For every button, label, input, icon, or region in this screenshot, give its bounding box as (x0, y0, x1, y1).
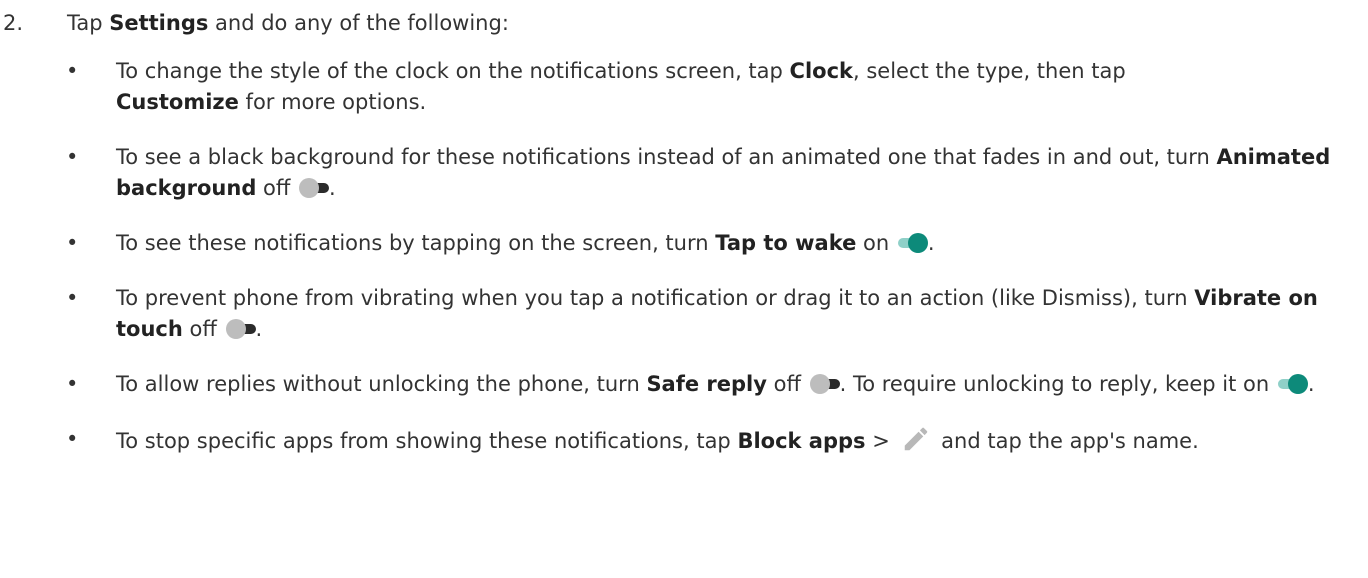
item-text: To prevent phone from vibrating when you… (116, 286, 1195, 310)
item-text: off (256, 176, 298, 200)
item-text: . (1307, 372, 1315, 396)
list-item: • To prevent phone from vibrating when y… (0, 283, 1368, 345)
item-text: , select the type, then tap (852, 59, 1126, 83)
list-item: • To allow replies without unlocking the… (0, 369, 1368, 400)
customize-term: Customize (116, 90, 239, 114)
toggle-off-icon (809, 374, 840, 394)
safe-reply-term: Safe reply (646, 372, 767, 396)
item-text: To allow replies without unlocking the p… (116, 372, 647, 396)
item-text: To change the style of the clock on the … (116, 59, 790, 83)
block-apps-term: Block apps (737, 429, 866, 453)
list-item: • To see a black background for these no… (0, 142, 1368, 204)
list-item: • To see these notifications by tapping … (0, 228, 1368, 259)
list-item: • To stop specific apps from showing the… (0, 424, 1368, 457)
step-text: Tap Settings and do any of the following… (67, 8, 509, 39)
item-text: for more options. (238, 90, 427, 114)
step-post: and do any of the following: (208, 11, 509, 35)
bullet: • (66, 145, 79, 169)
item-text: . (927, 231, 935, 255)
bullet: • (66, 372, 79, 396)
item-text: . (255, 317, 263, 341)
item-text: To stop specific apps from showing these… (116, 429, 738, 453)
step-pre: Tap (67, 11, 110, 35)
item-text: . (329, 176, 336, 200)
options-list: • To change the style of the clock on th… (0, 56, 1368, 481)
item-text: To see these notifications by tapping on… (116, 231, 716, 255)
bullet: • (66, 427, 79, 451)
toggle-off-icon (225, 319, 256, 339)
step-2: 2. Tap Settings and do any of the follow… (0, 0, 1368, 35)
bullet: • (66, 231, 79, 255)
item-text: off (766, 372, 808, 396)
bullet: • (66, 59, 79, 83)
item-text: and tap the app's name. (934, 429, 1199, 453)
clock-term: Clock (789, 59, 853, 83)
toggle-off-icon (299, 178, 330, 198)
settings-term: Settings (109, 11, 209, 35)
item-text: off (182, 317, 224, 341)
item-text: on (856, 231, 896, 255)
pencil-icon (904, 427, 927, 451)
bullet: • (66, 286, 79, 310)
item-text: . To require unlocking to reply, keep it… (839, 372, 1276, 396)
tap-to-wake-term: Tap to wake (715, 231, 857, 255)
item-text: > (865, 429, 897, 453)
step-number: 2. (3, 11, 24, 35)
item-text: To see a black background for these noti… (116, 145, 1217, 169)
toggle-on-icon (1277, 374, 1308, 394)
list-item: • To change the style of the clock on th… (0, 56, 1368, 118)
toggle-on-icon (897, 233, 928, 253)
